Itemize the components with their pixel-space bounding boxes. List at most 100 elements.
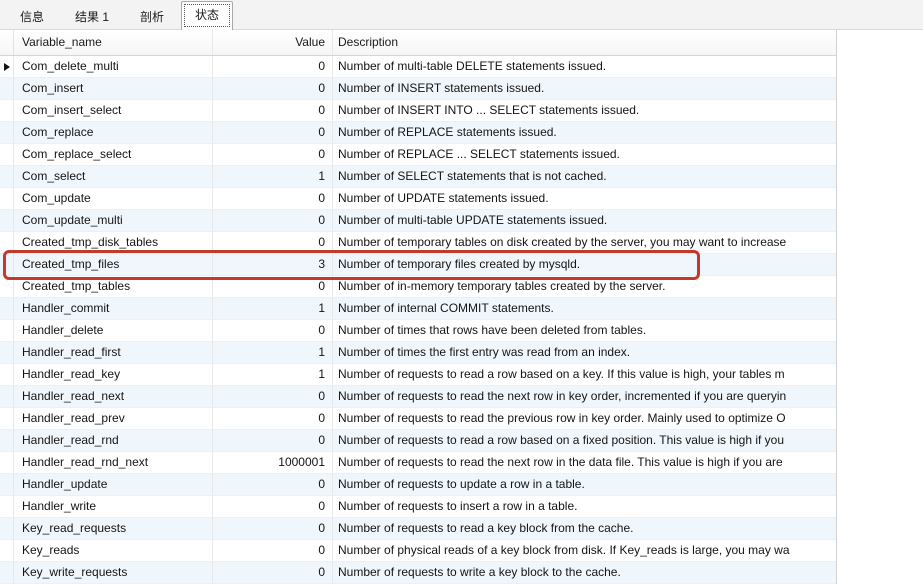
column-header-value[interactable]: Value bbox=[213, 30, 333, 55]
column-header-variable-name[interactable]: Variable_name bbox=[14, 30, 213, 55]
cell-value: 0 bbox=[213, 100, 333, 121]
table-row[interactable]: Key_read_requests 0 Number of requests t… bbox=[0, 518, 836, 540]
cell-description: Number of requests to read a row based o… bbox=[333, 364, 836, 385]
row-gutter[interactable] bbox=[0, 122, 14, 143]
cell-description: Number of temporary files created by mys… bbox=[333, 254, 836, 275]
cell-value: 0 bbox=[213, 122, 333, 143]
table-row[interactable]: Com_update_multi 0 Number of multi-table… bbox=[0, 210, 836, 232]
row-gutter[interactable] bbox=[0, 518, 14, 539]
tab-status[interactable]: 状态 bbox=[181, 1, 233, 30]
row-gutter[interactable] bbox=[0, 166, 14, 187]
cell-value: 1 bbox=[213, 364, 333, 385]
cell-description: Number of requests to read a key block f… bbox=[333, 518, 836, 539]
row-gutter[interactable] bbox=[0, 496, 14, 517]
cell-value: 1 bbox=[213, 166, 333, 187]
cell-value: 0 bbox=[213, 518, 333, 539]
row-gutter[interactable] bbox=[0, 408, 14, 429]
cell-value: 0 bbox=[213, 408, 333, 429]
tab-info[interactable]: 信息 bbox=[6, 5, 58, 29]
cell-variable-name: Com_update bbox=[14, 188, 213, 209]
cell-value: 0 bbox=[213, 540, 333, 561]
row-gutter[interactable] bbox=[0, 386, 14, 407]
cell-value: 0 bbox=[213, 188, 333, 209]
cell-variable-name: Handler_read_rnd bbox=[14, 430, 213, 451]
cell-value: 0 bbox=[213, 232, 333, 253]
cell-value: 0 bbox=[213, 276, 333, 297]
cell-variable-name: Com_delete_multi bbox=[14, 56, 213, 77]
table-row[interactable]: Com_insert_select 0 Number of INSERT INT… bbox=[0, 100, 836, 122]
row-gutter[interactable] bbox=[0, 56, 14, 77]
row-gutter[interactable] bbox=[0, 210, 14, 231]
table-row[interactable]: Handler_read_key 1 Number of requests to… bbox=[0, 364, 836, 386]
cell-description: Number of temporary tables on disk creat… bbox=[333, 232, 836, 253]
tab-result-1[interactable]: 结果 1 bbox=[61, 5, 123, 29]
table-row[interactable]: Handler_update 0 Number of requests to u… bbox=[0, 474, 836, 496]
cell-value: 1 bbox=[213, 298, 333, 319]
cell-description: Number of SELECT statements that is not … bbox=[333, 166, 836, 187]
row-gutter[interactable] bbox=[0, 452, 14, 473]
tab-bar: 信息结果 1剖析状态 bbox=[0, 0, 923, 30]
table-row[interactable]: Key_reads 0 Number of physical reads of … bbox=[0, 540, 836, 562]
table-row[interactable]: Handler_write 0 Number of requests to in… bbox=[0, 496, 836, 518]
row-gutter[interactable] bbox=[0, 232, 14, 253]
row-gutter[interactable] bbox=[0, 276, 14, 297]
cell-variable-name: Handler_read_next bbox=[14, 386, 213, 407]
cell-description: Number of in-memory temporary tables cre… bbox=[333, 276, 836, 297]
cell-description: Number of multi-table DELETE statements … bbox=[333, 56, 836, 77]
cell-description: Number of times the first entry was read… bbox=[333, 342, 836, 363]
header-gutter bbox=[0, 30, 14, 55]
table-header: Variable_name Value Description bbox=[0, 30, 836, 56]
table-row[interactable]: Handler_read_rnd 0 Number of requests to… bbox=[0, 430, 836, 452]
cell-value: 0 bbox=[213, 474, 333, 495]
table-row[interactable]: Com_update 0 Number of UPDATE statements… bbox=[0, 188, 836, 210]
row-gutter[interactable] bbox=[0, 540, 14, 561]
cell-value: 0 bbox=[213, 78, 333, 99]
cell-variable-name: Created_tmp_files bbox=[14, 254, 213, 275]
table-row[interactable]: Com_replace 0 Number of REPLACE statemen… bbox=[0, 122, 836, 144]
cell-variable-name: Key_read_requests bbox=[14, 518, 213, 539]
table-row[interactable]: Created_tmp_files 3 Number of temporary … bbox=[0, 254, 836, 276]
row-gutter[interactable] bbox=[0, 188, 14, 209]
row-gutter[interactable] bbox=[0, 298, 14, 319]
table-row[interactable]: Handler_read_prev 0 Number of requests t… bbox=[0, 408, 836, 430]
row-gutter[interactable] bbox=[0, 430, 14, 451]
cell-value: 1 bbox=[213, 342, 333, 363]
cell-description: Number of INSERT INTO ... SELECT stateme… bbox=[333, 100, 836, 121]
row-gutter[interactable] bbox=[0, 78, 14, 99]
row-gutter[interactable] bbox=[0, 144, 14, 165]
row-gutter[interactable] bbox=[0, 342, 14, 363]
cell-description: Number of requests to read the next row … bbox=[333, 452, 836, 473]
table-row[interactable]: Handler_read_first 1 Number of times the… bbox=[0, 342, 836, 364]
cell-description: Number of requests to update a row in a … bbox=[333, 474, 836, 495]
cell-variable-name: Com_replace_select bbox=[14, 144, 213, 165]
table-row[interactable]: Created_tmp_tables 0 Number of in-memory… bbox=[0, 276, 836, 298]
table-row[interactable]: Com_insert 0 Number of INSERT statements… bbox=[0, 78, 836, 100]
table-row[interactable]: Com_select 1 Number of SELECT statements… bbox=[0, 166, 836, 188]
table-row[interactable]: Handler_read_rnd_next 1000001 Number of … bbox=[0, 452, 836, 474]
row-gutter[interactable] bbox=[0, 474, 14, 495]
cell-description: Number of REPLACE ... SELECT statements … bbox=[333, 144, 836, 165]
cell-variable-name: Created_tmp_tables bbox=[14, 276, 213, 297]
table-row[interactable]: Created_tmp_disk_tables 0 Number of temp… bbox=[0, 232, 836, 254]
row-gutter[interactable] bbox=[0, 364, 14, 385]
table-row[interactable]: Handler_commit 1 Number of internal COMM… bbox=[0, 298, 836, 320]
table-row[interactable]: Handler_delete 0 Number of times that ro… bbox=[0, 320, 836, 342]
column-header-description[interactable]: Description bbox=[333, 30, 836, 55]
row-gutter[interactable] bbox=[0, 320, 14, 341]
table-row[interactable]: Key_write_requests 0 Number of requests … bbox=[0, 562, 836, 584]
cell-variable-name: Com_select bbox=[14, 166, 213, 187]
table-row[interactable]: Handler_read_next 0 Number of requests t… bbox=[0, 386, 836, 408]
cell-variable-name: Handler_update bbox=[14, 474, 213, 495]
status-variables-grid: Variable_name Value Description Com_dele… bbox=[0, 30, 837, 584]
table-row[interactable]: Com_delete_multi 0 Number of multi-table… bbox=[0, 56, 836, 78]
cell-description: Number of physical reads of a key block … bbox=[333, 540, 836, 561]
row-gutter[interactable] bbox=[0, 254, 14, 275]
row-gutter[interactable] bbox=[0, 100, 14, 121]
tab-profile[interactable]: 剖析 bbox=[126, 5, 178, 29]
table-row[interactable]: Com_replace_select 0 Number of REPLACE .… bbox=[0, 144, 836, 166]
cell-variable-name: Com_insert_select bbox=[14, 100, 213, 121]
cell-value: 0 bbox=[213, 210, 333, 231]
current-row-marker-icon bbox=[4, 63, 10, 71]
cell-description: Number of times that rows have been dele… bbox=[333, 320, 836, 341]
cell-variable-name: Com_replace bbox=[14, 122, 213, 143]
